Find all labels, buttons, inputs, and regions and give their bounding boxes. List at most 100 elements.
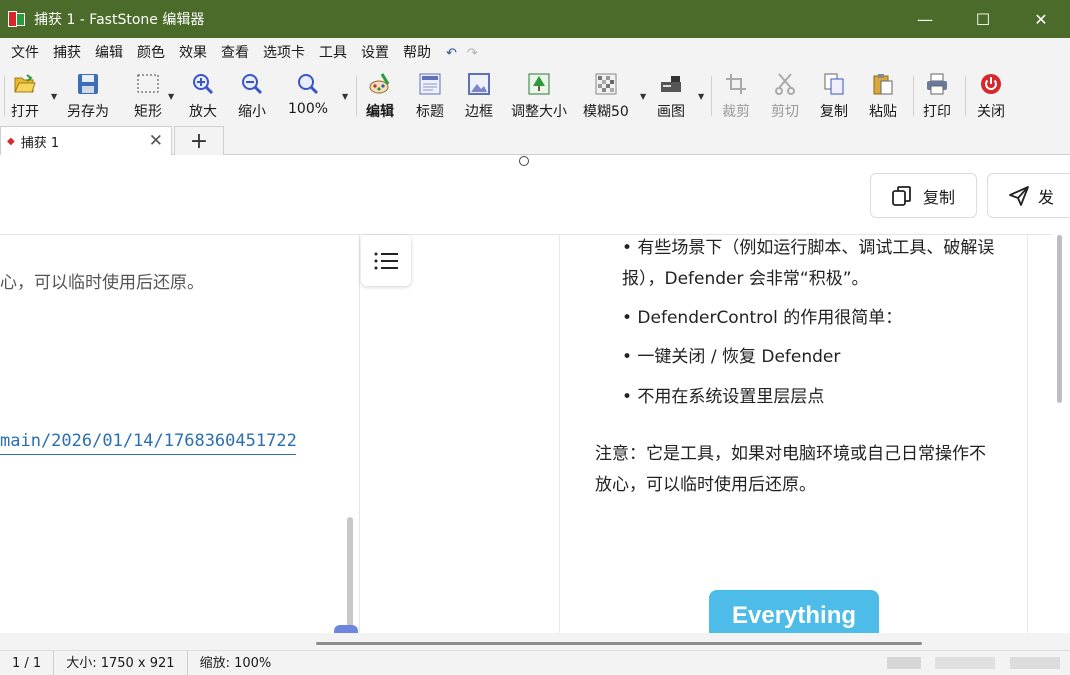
status-zoom: 缩放: 100% [199,655,272,671]
crop-label: 裁剪 [722,104,750,120]
image-canvas[interactable]: 复制 发 心，可以临时使用后还原。 main/2026/01/14/176836… [0,155,1070,648]
close-window-button[interactable]: ✕ [1012,0,1070,38]
menu-settings[interactable]: 设置 [354,38,396,68]
scissors-icon [773,72,797,96]
new-tab-button[interactable]: + [174,126,224,155]
paint-palette-icon [368,72,392,96]
printer-icon [925,72,949,96]
caption-button[interactable]: 标题 [416,72,444,122]
save-as-label: 另存为 [67,104,109,120]
crop-icon [724,72,748,96]
zoom-in-icon [191,72,215,96]
magnifier-icon [296,72,320,96]
cut-button[interactable]: 剪切 [771,72,799,122]
toolbar: 打开 ▼ 另存为 矩形 ▼ 放大 缩小 100% ▼ 编辑 标题 边框 调整大小… [0,68,1070,124]
paste-label: 粘贴 [869,104,897,120]
minimize-button[interactable]: — [896,0,954,38]
horizontal-scrollbar[interactable] [0,633,1070,650]
folder-open-icon [13,72,37,96]
close-image-button[interactable]: 关闭 [977,72,1005,122]
menu-capture[interactable]: 捕获 [46,38,88,68]
faststone-app-icon [8,10,26,28]
open-button[interactable]: 打开 [11,72,39,122]
print-button[interactable]: 打印 [923,72,951,122]
bullet-item: • 不用在系统设置里层层点 [622,387,825,407]
pane-divider [359,235,360,648]
bullet-item: • 一键关闭 / 恢复 Defender [622,347,841,367]
caption-icon [418,72,442,96]
note-paragraph: 注意：它是工具，如果对电脑环境或自己日常操作不放心，可以临时使用后还原。 [595,444,986,495]
blur-mosaic-icon [594,72,618,96]
right-scrollbar [1057,235,1062,403]
bullet-item: • DefenderControl 的作用很简单： [622,308,903,328]
rect-dropdown-icon[interactable]: ▼ [168,92,174,101]
zoom-dropdown-icon[interactable]: ▼ [342,92,348,101]
menu-color[interactable]: 颜色 [130,38,172,68]
menu-tabs[interactable]: 选项卡 [256,38,312,68]
menu-help[interactable]: 帮助 [396,38,438,68]
border-label: 边框 [465,104,493,120]
status-size: 大小: 1750 x 921 [54,650,188,675]
copy-toolbar-button[interactable]: 复制 [820,72,848,122]
left-scrollbar [347,517,353,632]
send-icon [1009,185,1029,206]
tab-capture-1[interactable]: ◆ 捕获 1 ✕ [0,126,172,155]
tab-label: 捕获 1 [20,135,60,151]
zoom-100-button[interactable]: 100% [288,72,328,122]
left-paragraph: 心，可以临时使用后还原。 [0,273,204,293]
zoom-level-label: 100% [288,101,329,117]
border-button[interactable]: 边框 [465,72,493,122]
menu-tools[interactable]: 工具 [312,38,354,68]
zoom-out-button[interactable]: 缩小 [238,72,266,122]
zoom-in-label: 放大 [189,104,217,120]
copy-pages-icon [822,72,846,96]
copy-icon [892,185,911,206]
left-link: main/2026/01/14/1768360451722- [0,431,296,455]
save-as-button[interactable]: 另存为 [67,72,109,122]
title-bar: 捕获 1 - FastStone 编辑器 — ☐ ✕ [0,0,1070,38]
edit-button[interactable]: 编辑 [366,72,394,122]
edit-label: 编辑 [366,104,394,120]
resize-handle[interactable] [519,156,529,166]
menu-file[interactable]: 文件 [4,38,46,68]
draw-button[interactable]: 画图 [657,72,685,122]
toc-button [361,235,411,286]
open-label: 打开 [11,104,39,120]
power-off-icon [979,72,1003,96]
open-dropdown-icon[interactable]: ▼ [51,92,57,101]
captured-copy-label: 复制 [923,187,956,207]
bullet-item: • 有些场景下（例如运行脚本、调试工具、破解误报），Defender 会非常“积… [622,238,995,289]
cut-label: 剪切 [771,104,799,120]
blur-button[interactable]: 模糊50 [583,72,629,122]
blurred-status-area [887,657,921,669]
horizontal-scroll-thumb[interactable] [316,642,922,645]
draw-board-icon [659,72,683,96]
zoom-out-label: 缩小 [238,104,266,120]
rectangle-select-button[interactable]: 矩形 [134,72,162,122]
border-frame-icon [467,72,491,96]
close-label: 关闭 [977,104,1005,120]
rectangle-selection-icon [136,72,160,96]
draw-dropdown-icon[interactable]: ▼ [698,92,704,101]
zoom-in-button[interactable]: 放大 [189,72,217,122]
menu-edit[interactable]: 编辑 [88,38,130,68]
modified-dot-icon: ◆ [7,135,15,147]
undo-icon[interactable]: ↶ [446,46,457,61]
captured-send-label: 发 [1038,187,1055,207]
paste-button[interactable]: 粘贴 [869,72,897,122]
article-panel: • 有些场景下（例如运行脚本、调试工具、破解误报），Defender 会非常“积… [559,235,1028,648]
resize-button[interactable]: 调整大小 [511,72,567,122]
captured-copy-button: 复制 [870,173,977,218]
redo-icon[interactable]: ↷ [467,46,478,61]
maximize-button[interactable]: ☐ [954,0,1012,38]
blur-label: 模糊50 [583,104,629,120]
menu-view[interactable]: 查看 [214,38,256,68]
blur-dropdown-icon[interactable]: ▼ [640,92,646,101]
menu-effects[interactable]: 效果 [172,38,214,68]
copy-label: 复制 [820,104,848,120]
crop-button[interactable]: 裁剪 [722,72,750,122]
list-icon [374,252,398,269]
tab-bar: ◆ 捕获 1 ✕ + [0,124,1070,155]
clipboard-paste-icon [871,72,895,96]
tab-close-icon[interactable]: ✕ [149,131,163,151]
